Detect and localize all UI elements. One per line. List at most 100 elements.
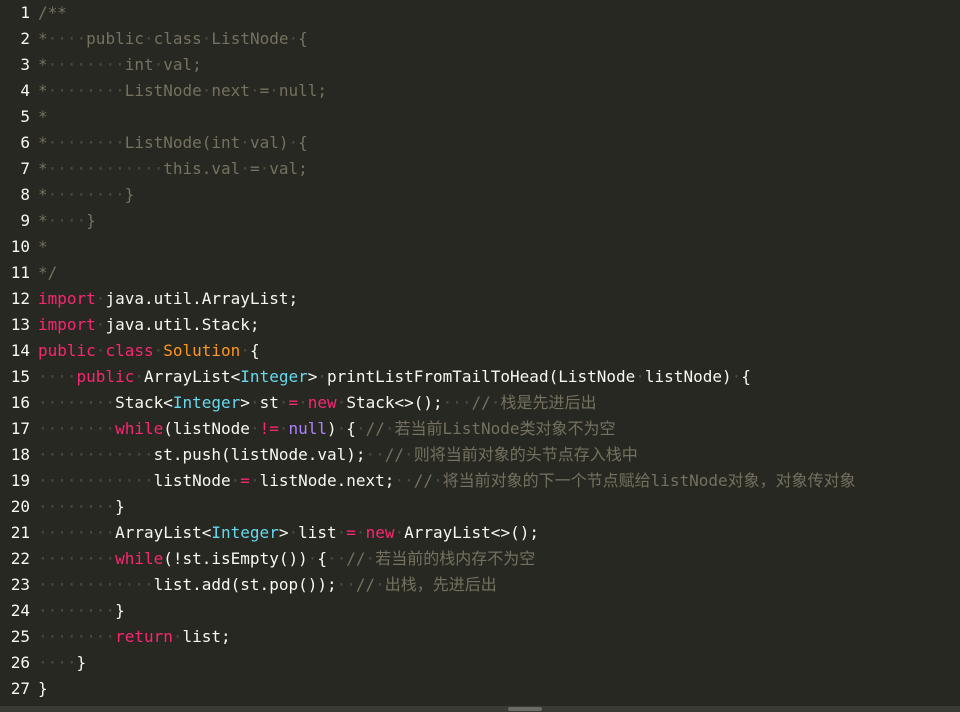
line-code[interactable]: *····public·class·ListNode·{	[38, 26, 308, 52]
comment-token: class	[153, 29, 202, 48]
whitespace-marker: ········	[47, 55, 125, 74]
line-code[interactable]: ········}	[38, 494, 125, 520]
whitespace-marker: ·	[95, 289, 106, 308]
code-line[interactable]: 5 *	[0, 104, 960, 130]
code-line[interactable]: 12 import·java.util.ArrayList;	[0, 286, 960, 312]
code-line[interactable]: 23 ············list.add(st.pop());··//·出栈…	[0, 572, 960, 598]
comment-token: val;	[163, 55, 202, 74]
code-line[interactable]: 26 ····}	[0, 650, 960, 676]
whitespace-marker: ·	[230, 471, 241, 490]
code-line[interactable]: 14 public·class·Solution·{	[0, 338, 960, 364]
comment-token: 出栈，先进后出	[384, 575, 497, 594]
code-line[interactable]: 19 ············listNode·=·listNode.next;·…	[0, 468, 960, 494]
code-token: st	[259, 393, 279, 412]
line-number: 11	[10, 263, 30, 282]
whitespace-marker: ·	[201, 81, 212, 100]
comment-token: =	[259, 81, 270, 100]
code-token: java.util.ArrayList;	[105, 289, 299, 308]
line-code[interactable]: *····}	[38, 208, 96, 234]
code-line[interactable]: 10 *	[0, 234, 960, 260]
code-line[interactable]: 9 *····}	[0, 208, 960, 234]
code-token: listNode.next;	[259, 471, 395, 490]
line-code[interactable]: ········Stack<Integer>·st·=·new·Stack<>(…	[38, 390, 596, 416]
line-number: 17	[10, 419, 30, 438]
line-code[interactable]: /**	[38, 0, 67, 26]
whitespace-marker: ·	[249, 393, 260, 412]
code-line[interactable]: 7 *············this.val·=·val;	[0, 156, 960, 182]
code-line[interactable]: 24 ········}	[0, 598, 960, 624]
whitespace-marker: ·	[288, 29, 299, 48]
comment-token: ListNode	[124, 81, 202, 100]
code-line[interactable]: 27}	[0, 676, 960, 702]
scrollbar-thumb[interactable]	[508, 707, 542, 711]
code-line[interactable]: 1 /**	[0, 0, 960, 26]
code-line[interactable]: 21 ········ArrayList<Integer>·list·=·new·…	[0, 520, 960, 546]
code-editor[interactable]: 1/** 2 *····public·class·ListNode·{3 *·····…	[0, 0, 960, 712]
whitespace-marker: ··	[365, 445, 385, 464]
code-line[interactable]: 11 */	[0, 260, 960, 286]
line-number: 21	[10, 523, 30, 542]
line-code[interactable]: ········while(!st.isEmpty())·{··//·若当前的栈…	[38, 546, 535, 572]
line-code[interactable]: *········ListNode·next·=·null;	[38, 78, 327, 104]
code-line[interactable]: 6 *········ListNode(int·val)·{	[0, 130, 960, 156]
line-code[interactable]: import·java.util.Stack;	[38, 312, 260, 338]
code-line[interactable]: 8 *········}	[0, 182, 960, 208]
keyword-token: public	[38, 341, 96, 360]
code-token: {	[741, 367, 751, 386]
horizontal-scrollbar[interactable]	[0, 706, 960, 712]
whitespace-marker: ·	[355, 419, 366, 438]
whitespace-marker: ·	[249, 81, 260, 100]
whitespace-marker: ·	[143, 29, 154, 48]
code-line[interactable]: 18 ············st.push(listNode.val);··//…	[0, 442, 960, 468]
comment-token: this.val	[163, 159, 241, 178]
line-code[interactable]: *············this.val·=·val;	[38, 156, 308, 182]
line-code[interactable]: ····}	[38, 650, 86, 676]
code-line[interactable]: 16 ········Stack<Integer>·st·=·new·Stack<…	[0, 390, 960, 416]
line-code[interactable]: *········}	[38, 182, 134, 208]
type-token: Integer	[240, 367, 308, 386]
code-token: (!st.isEmpty())	[163, 549, 308, 568]
comment-token: *	[38, 185, 48, 204]
line-number: 13	[10, 315, 30, 334]
line-number: 19	[10, 471, 30, 490]
line-code[interactable]: ········return·list;	[38, 624, 231, 650]
line-code[interactable]: *········int·val;	[38, 52, 202, 78]
whitespace-marker: ········	[38, 393, 116, 412]
operator-token: !=	[259, 419, 279, 438]
code-token: st.push(listNode.val);	[153, 445, 366, 464]
code-line[interactable]: 25 ········return·list;	[0, 624, 960, 650]
line-code[interactable]: ········ArrayList<Integer>·list·=·new·Ar…	[38, 520, 539, 546]
comment-token: *	[38, 159, 48, 178]
whitespace-marker: ·	[288, 523, 299, 542]
line-code[interactable]: ····public·ArrayList<Integer>·printListF…	[38, 364, 751, 390]
code-line[interactable]: 17 ········while(listNode·!=·null)·{·//·若…	[0, 416, 960, 442]
line-code[interactable]: ············list.add(st.pop());··//·出栈，先…	[38, 572, 497, 598]
code-line[interactable]: 4 *········ListNode·next·=·null;	[0, 78, 960, 104]
comment-token: //	[355, 575, 376, 594]
keyword-token: import	[38, 315, 96, 334]
line-code[interactable]: import·java.util.ArrayList;	[38, 286, 298, 312]
whitespace-marker: ········	[47, 133, 125, 152]
line-code[interactable]: }	[38, 676, 48, 702]
line-code[interactable]: *	[38, 104, 48, 130]
line-code[interactable]: *	[38, 234, 48, 260]
code-line[interactable]: 13 import·java.util.Stack;	[0, 312, 960, 338]
code-line[interactable]: 3 *········int·val;	[0, 52, 960, 78]
line-code[interactable]: *········ListNode(int·val)·{	[38, 130, 308, 156]
code-line[interactable]: 22 ········while(!st.isEmpty())·{··//·若当前…	[0, 546, 960, 572]
line-code[interactable]: ········while(listNode·!=·null)·{·//·若当前…	[38, 416, 616, 442]
line-code[interactable]: ············listNode·=·listNode.next;··/…	[38, 468, 856, 494]
line-number: 3	[20, 55, 30, 74]
comment-token: //	[384, 445, 405, 464]
line-code[interactable]: public·class·Solution·{	[38, 338, 260, 364]
code-line[interactable]: 20 ········}	[0, 494, 960, 520]
code-token: >	[240, 393, 250, 412]
whitespace-marker: ·	[269, 81, 279, 100]
whitespace-marker: ·	[240, 341, 250, 360]
code-line[interactable]: 15 ····public·ArrayList<Integer>·printLis…	[0, 364, 960, 390]
whitespace-marker: ·	[95, 315, 106, 334]
code-line[interactable]: 2 *····public·class·ListNode·{	[0, 26, 960, 52]
line-code[interactable]: */	[38, 260, 57, 286]
line-code[interactable]: ············st.push(listNode.val);··//·则…	[38, 442, 638, 468]
line-code[interactable]: ········}	[38, 598, 125, 624]
